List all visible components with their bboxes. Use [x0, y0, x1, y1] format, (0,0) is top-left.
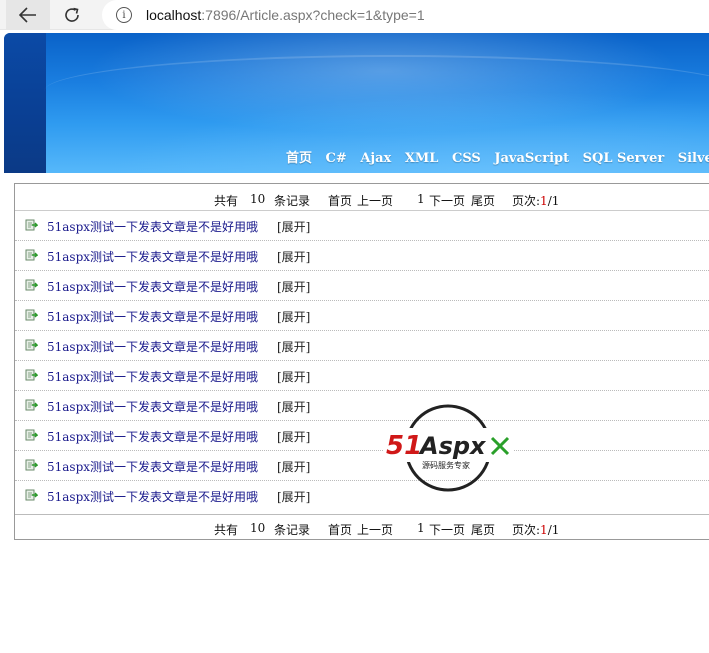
list-item: 51aspx测试一下发表文章是不是好用哦 [展开] — [15, 330, 709, 360]
51aspx-watermark-logo: 51 Aspx 源码服务专家 — [384, 404, 514, 492]
pager-bottom: 共有 10 条记录 首页 上一页 1 下一页 尾页 页次:1/1 — [15, 514, 709, 541]
pager-last-link[interactable]: 尾页 — [471, 192, 495, 209]
article-title-link[interactable]: 51aspx测试一下发表文章是不是好用哦 — [47, 248, 258, 265]
list-item: 51aspx测试一下发表文章是不是好用哦 [展开] — [15, 360, 709, 390]
expand-link[interactable]: [展开] — [277, 368, 310, 385]
nav-item-xml[interactable]: XML — [405, 151, 439, 166]
article-title-link[interactable]: 51aspx测试一下发表文章是不是好用哦 — [47, 458, 258, 475]
pager-current-page: 1 — [417, 192, 425, 206]
expand-link[interactable]: [展开] — [277, 278, 310, 295]
expand-link[interactable]: [展开] — [277, 428, 310, 445]
pager-total-count: 10 — [250, 521, 266, 535]
pager-current-page: 1 — [417, 521, 425, 535]
document-arrow-icon — [25, 489, 38, 501]
expand-link[interactable]: [展开] — [277, 488, 310, 505]
document-arrow-icon — [25, 339, 38, 351]
reload-button[interactable] — [50, 0, 94, 30]
nav-item-ajax[interactable]: Ajax — [360, 151, 391, 166]
site-info-icon[interactable]: i — [116, 7, 132, 23]
article-title-link[interactable]: 51aspx测试一下发表文章是不是好用哦 — [47, 368, 258, 385]
address-bar[interactable]: i localhost:7896/Article.aspx?check=1&ty… — [102, 0, 709, 30]
article-title-link[interactable]: 51aspx测试一下发表文章是不是好用哦 — [47, 308, 258, 325]
nav-item-javascript[interactable]: JavaScript — [494, 151, 569, 166]
nav-item-home[interactable]: 首页 — [286, 151, 312, 166]
logo-brand-rest: Aspx — [418, 432, 487, 460]
list-item: 51aspx测试一下发表文章是不是好用哦 [展开] — [15, 420, 709, 450]
pager-prev-link[interactable]: 上一页 — [357, 521, 393, 538]
list-item: 51aspx测试一下发表文章是不是好用哦 [展开] — [15, 300, 709, 330]
expand-link[interactable]: [展开] — [277, 248, 310, 265]
pager-next-link[interactable]: 下一页 — [429, 192, 465, 209]
page-content: 首页 C# Ajax XML CSS JavaScript SQL Server… — [0, 30, 709, 653]
list-item: 51aspx测试一下发表文章是不是好用哦 [展开] — [15, 480, 709, 510]
article-list-box: 共有 10 条记录 首页 上一页 1 下一页 尾页 页次:1/1 51aspx测… — [14, 183, 709, 540]
article-rows: 51aspx测试一下发表文章是不是好用哦 [展开] 51aspx测试一下发表文章… — [15, 210, 709, 510]
article-title-link[interactable]: 51aspx测试一下发表文章是不是好用哦 — [47, 428, 258, 445]
banner-wave — [44, 55, 709, 127]
category-nav: 首页 C# Ajax XML CSS JavaScript SQL Server… — [286, 147, 709, 166]
expand-link[interactable]: [展开] — [277, 308, 310, 325]
document-arrow-icon — [25, 459, 38, 471]
document-arrow-icon — [25, 399, 38, 411]
expand-link[interactable]: [展开] — [277, 398, 310, 415]
expand-link[interactable]: [展开] — [277, 218, 310, 235]
back-button[interactable] — [6, 0, 50, 30]
document-arrow-icon — [25, 369, 38, 381]
article-title-link[interactable]: 51aspx测试一下发表文章是不是好用哦 — [47, 278, 258, 295]
reload-icon — [65, 7, 79, 22]
article-title-link[interactable]: 51aspx测试一下发表文章是不是好用哦 — [47, 488, 258, 505]
banner-left-bar — [4, 33, 46, 173]
document-arrow-icon — [25, 249, 38, 261]
pager-pages-label: 页次:1/1 — [512, 523, 560, 537]
pager-prev-link[interactable]: 上一页 — [357, 192, 393, 209]
list-item: 51aspx测试一下发表文章是不是好用哦 [展开] — [15, 240, 709, 270]
expand-link[interactable]: [展开] — [277, 458, 310, 475]
pager-total-prefix: 共有 — [214, 523, 239, 537]
pager-total-suffix: 条记录 — [274, 194, 311, 208]
document-arrow-icon — [25, 429, 38, 441]
list-item: 51aspx测试一下发表文章是不是好用哦 [展开] — [15, 450, 709, 480]
list-item: 51aspx测试一下发表文章是不是好用哦 [展开] — [15, 270, 709, 300]
pager-first-link[interactable]: 首页 — [328, 521, 352, 538]
article-title-link[interactable]: 51aspx测试一下发表文章是不是好用哦 — [47, 218, 258, 235]
nav-item-css[interactable]: CSS — [452, 151, 481, 166]
pager-total-prefix: 共有 — [214, 194, 239, 208]
pager-next-link[interactable]: 下一页 — [429, 521, 465, 538]
document-arrow-icon — [25, 279, 38, 291]
nav-item-silverlight[interactable]: SilverLi — [678, 151, 709, 166]
expand-link[interactable]: [展开] — [277, 338, 310, 355]
pager-first-link[interactable]: 首页 — [328, 192, 352, 209]
nav-item-csharp[interactable]: C# — [326, 151, 347, 166]
url-text: localhost:7896/Article.aspx?check=1&type… — [146, 7, 425, 23]
logo-brand-red: 51 — [386, 431, 422, 461]
article-title-link[interactable]: 51aspx测试一下发表文章是不是好用哦 — [47, 338, 258, 355]
pager-total-suffix: 条记录 — [274, 523, 311, 537]
list-item: 51aspx测试一下发表文章是不是好用哦 [展开] — [15, 390, 709, 420]
header-banner: 首页 C# Ajax XML CSS JavaScript SQL Server… — [4, 33, 709, 173]
document-arrow-icon — [25, 309, 38, 321]
browser-toolbar: i localhost:7896/Article.aspx?check=1&ty… — [0, 0, 709, 30]
logo-tagline: 源码服务专家 — [422, 460, 470, 470]
pager-total-count: 10 — [250, 192, 266, 206]
list-item: 51aspx测试一下发表文章是不是好用哦 [展开] — [15, 210, 709, 240]
article-title-link[interactable]: 51aspx测试一下发表文章是不是好用哦 — [47, 398, 258, 415]
pager-top: 共有 10 条记录 首页 上一页 1 下一页 尾页 页次:1/1 — [15, 186, 709, 212]
back-arrow-icon — [19, 7, 36, 23]
document-arrow-icon — [25, 219, 38, 231]
pager-pages-label: 页次:1/1 — [512, 194, 560, 208]
nav-item-sql-server[interactable]: SQL Server — [583, 151, 665, 166]
pager-last-link[interactable]: 尾页 — [471, 521, 495, 538]
